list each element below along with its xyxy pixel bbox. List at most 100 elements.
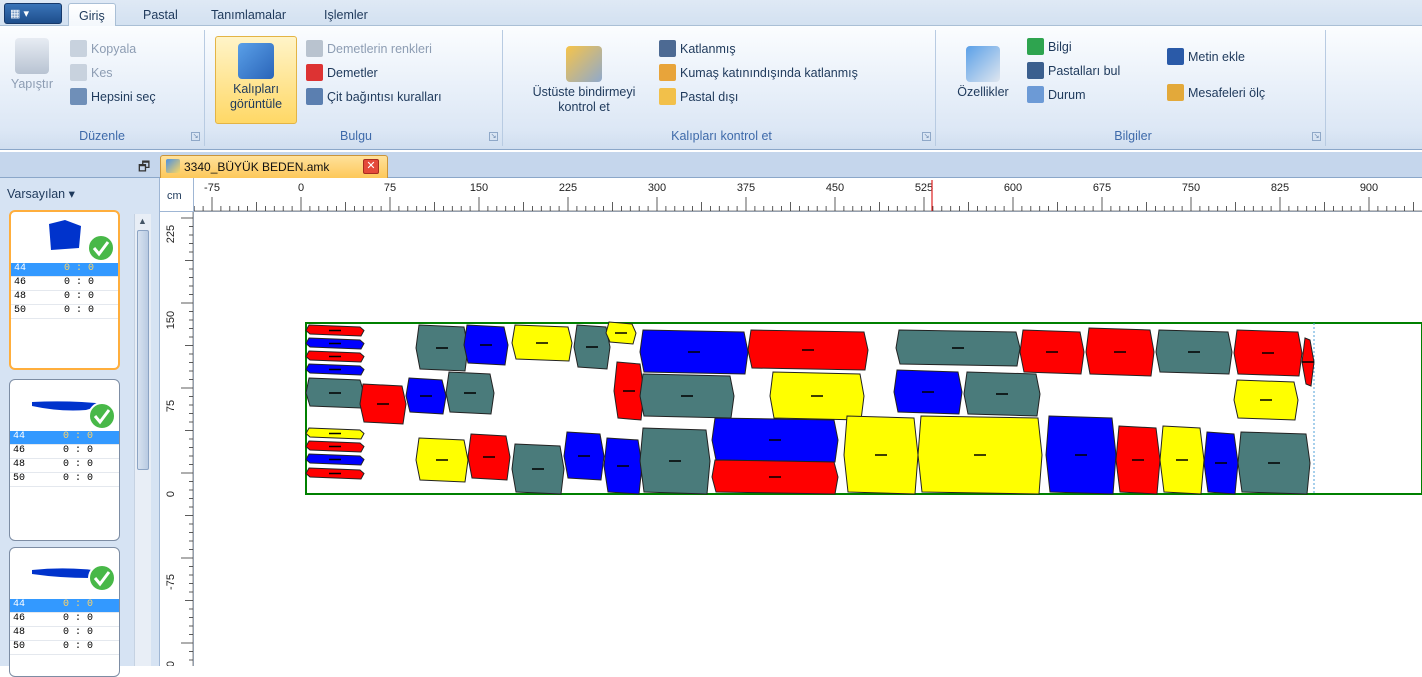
dialog-launcher-icon[interactable]: ↘ <box>489 132 498 141</box>
panel-filter-dropdown[interactable]: Varsayılan ▾ <box>7 186 75 201</box>
group-duzenle: Yapıştır Kopyala Kes Hepsini seç Düzenle… <box>0 30 205 146</box>
ruler-label: -75 <box>204 182 220 194</box>
fabric-fold-icon <box>659 64 676 81</box>
pattern-card[interactable]: 44 0 : 0 46 0 : 0 48 0 : 0 50 0 : 0 <box>9 379 120 541</box>
bundle-colors-label: Demetlerin renkleri <box>327 41 432 56</box>
status-button[interactable]: Durum <box>1027 86 1086 103</box>
tab-tanimlamalar[interactable]: Tanımlamalar <box>201 3 296 26</box>
document-tab[interactable]: 3340_BÜYÜK BEDEN.amk ✕ <box>160 155 388 178</box>
find-markers-button[interactable]: Pastalları bul <box>1027 62 1120 79</box>
pair-rules-button[interactable]: Çit bağıntısı kuralları <box>306 88 442 105</box>
status-label: Durum <box>1048 87 1086 102</box>
size-row[interactable]: 46 0 : 0 <box>10 445 119 459</box>
select-all-icon <box>70 88 87 105</box>
check-overlap-button[interactable]: Üstüste bindirmeyi kontrol et <box>518 46 650 115</box>
dialog-launcher-icon[interactable]: ↘ <box>922 132 931 141</box>
folded-button[interactable]: Katlanmış <box>659 40 736 57</box>
size-count: 0 : 0 <box>63 459 94 470</box>
marker-layout[interactable] <box>194 212 1422 666</box>
outside-marker-icon <box>659 88 676 105</box>
pattern-card[interactable]: 44 0 : 0 46 0 : 0 48 0 : 0 50 0 : 0 <box>9 547 120 677</box>
scrollbar-thumb[interactable] <box>137 230 149 470</box>
show-patterns-button[interactable]: Kalıpları görüntüle <box>215 36 297 124</box>
scroll-up-icon[interactable]: ▲ <box>138 216 147 226</box>
select-all-button[interactable]: Hepsini seç <box>70 88 156 105</box>
copy-button[interactable]: Kopyala <box>70 40 136 57</box>
panel-filter-label: Varsayılan <box>7 187 66 201</box>
close-tab-button[interactable]: ✕ <box>363 159 379 174</box>
size-count: 0 : 0 <box>63 445 94 456</box>
size-row[interactable]: 50 0 : 0 <box>10 641 119 655</box>
ruler-label: 825 <box>1271 182 1289 194</box>
group-label-duzenle: Düzenle <box>79 129 125 143</box>
dialog-launcher-icon[interactable]: ↘ <box>191 132 200 141</box>
size-count: 0 : 0 <box>64 277 95 288</box>
fabric-fold-button[interactable]: Kumaş katınındışında katlanmış <box>659 64 858 81</box>
size-row[interactable]: 44 0 : 0 <box>10 431 119 445</box>
show-patterns-label-2: görüntüle <box>229 97 283 111</box>
size-label: 46 <box>13 613 26 624</box>
size-row[interactable]: 50 0 : 0 <box>10 473 119 487</box>
ruler-unit[interactable]: cm <box>160 178 194 212</box>
paste-button[interactable]: Yapıştır <box>2 38 62 92</box>
size-row[interactable]: 44 0 : 0 <box>11 263 118 277</box>
tab-islemler[interactable]: Işlemler <box>314 3 378 26</box>
panel-scrollbar[interactable]: ▲ <box>134 214 151 666</box>
ruler-label: 300 <box>648 182 666 194</box>
bundles-button[interactable]: Demetler <box>306 64 378 81</box>
add-text-button[interactable]: Metin ekle <box>1167 48 1245 65</box>
pair-rules-label: Çit bağıntısı kuralları <box>327 89 442 104</box>
size-label: 44 <box>13 431 26 442</box>
size-label: 44 <box>13 599 26 610</box>
show-patterns-label-1: Kalıpları <box>233 82 279 96</box>
size-row[interactable]: 48 0 : 0 <box>10 627 119 641</box>
marker-file-icon <box>166 159 180 173</box>
application-menu-button[interactable]: ▦ ▾ <box>4 3 62 24</box>
ruler-label: 150 <box>165 311 177 329</box>
ruler-label: 450 <box>826 182 844 194</box>
pattern-pieces[interactable] <box>305 321 1315 495</box>
group-label-bulgu: Bulgu <box>340 129 372 143</box>
app-menu-label: ▾ <box>23 8 29 20</box>
size-count: 0 : 0 <box>63 641 94 652</box>
overlap-shirts-icon <box>566 46 602 82</box>
size-row[interactable]: 48 0 : 0 <box>11 291 118 305</box>
folded-label: Katlanmış <box>680 41 736 56</box>
properties-icon <box>966 46 1000 82</box>
ruler-label: 150 <box>470 182 488 194</box>
size-row[interactable]: 46 0 : 0 <box>11 277 118 291</box>
pin-panel-icon[interactable]: 🗗 <box>138 158 150 180</box>
marker-canvas[interactable] <box>194 212 1422 666</box>
cut-button[interactable]: Kes <box>70 64 113 81</box>
measure-button[interactable]: Mesafeleri ölç <box>1167 84 1265 101</box>
size-row[interactable]: 46 0 : 0 <box>10 613 119 627</box>
size-row[interactable]: 48 0 : 0 <box>10 459 119 473</box>
pattern-thumbnail <box>10 380 119 431</box>
ruler-label: -75 <box>165 574 177 590</box>
size-row[interactable]: 50 0 : 0 <box>11 305 118 319</box>
dialog-launcher-icon[interactable]: ↘ <box>1312 132 1321 141</box>
add-text-label: Metin ekle <box>1188 49 1245 64</box>
measure-ruler-icon <box>1167 84 1184 101</box>
properties-button[interactable]: Özellikler <box>947 46 1019 100</box>
ruler-label: 75 <box>165 400 177 412</box>
ruler-label: 675 <box>1093 182 1111 194</box>
pattern-thumbnail <box>11 212 118 263</box>
size-count: 0 : 0 <box>63 627 94 638</box>
ruler-label: 0 <box>298 182 304 194</box>
bundle-colors-button[interactable]: Demetlerin renkleri <box>306 40 432 57</box>
size-label: 48 <box>13 627 26 638</box>
outside-marker-label: Pastal dışı <box>680 89 739 104</box>
size-row[interactable]: 44 0 : 0 <box>10 599 119 613</box>
document-tab-title: 3340_BÜYÜK BEDEN.amk <box>184 160 330 174</box>
tab-giris[interactable]: Giriş <box>68 3 116 26</box>
ruler-label: 375 <box>737 182 755 194</box>
group-kontrol: Üstüste bindirmeyi kontrol et Katlanmış … <box>508 30 936 146</box>
vertical-ruler-ticks: 225 150 75 0 -75 0 <box>165 212 194 677</box>
tab-pastal[interactable]: Pastal <box>133 3 188 26</box>
outside-marker-button[interactable]: Pastal dışı <box>659 88 738 105</box>
pattern-card[interactable]: 44 0 : 0 46 0 : 0 48 0 : 0 50 0 : 0 <box>9 210 120 370</box>
info-button[interactable]: Bilgi <box>1027 38 1072 55</box>
pattern-shape-2 <box>32 401 116 430</box>
status-icon <box>1027 86 1044 103</box>
